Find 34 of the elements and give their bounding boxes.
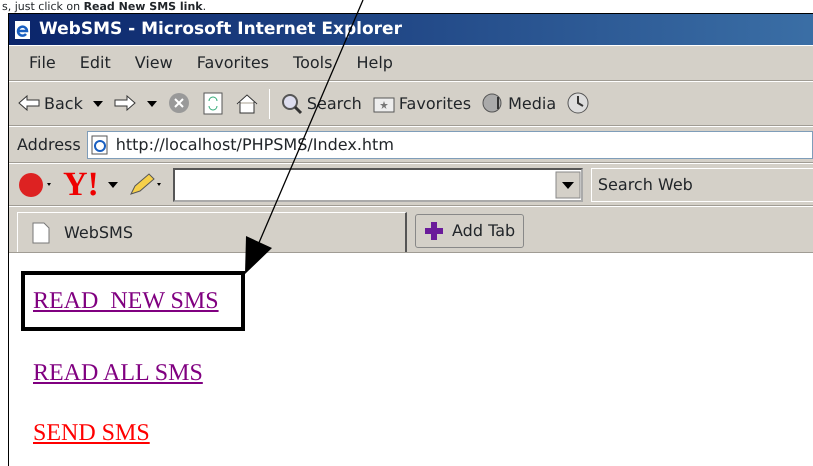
browser-tab[interactable]: WebSMS (17, 212, 407, 252)
stop-button[interactable] (166, 92, 191, 116)
menu-link[interactable]: READ ALL SMS (33, 360, 203, 386)
menu-item[interactable]: File (17, 51, 68, 75)
home-button[interactable] (234, 92, 259, 116)
menu-item[interactable]: Help (344, 51, 405, 75)
caption-text: s, just click on Read New SMS link. (1, 0, 208, 13)
clock-icon (566, 92, 590, 116)
media-button[interactable]: Media (481, 92, 556, 116)
add-tab-button[interactable]: Add Tab (415, 214, 524, 248)
page-icon (32, 222, 50, 244)
browser-icon (13, 20, 33, 40)
plus-icon (424, 221, 444, 241)
menu-item[interactable]: View (122, 51, 185, 75)
refresh-button[interactable] (200, 92, 225, 116)
refresh-icon (200, 92, 225, 116)
menu-item[interactable]: Tools (281, 51, 344, 75)
search-field[interactable] (172, 168, 583, 202)
menu-link[interactable]: READ NEW SMS (33, 288, 219, 314)
menu-link[interactable]: SEND SMS (33, 420, 150, 446)
back-button[interactable]: Back (17, 92, 83, 116)
search-icon (280, 92, 304, 116)
caret-icon[interactable] (92, 100, 103, 108)
search-web-button[interactable]: Search Web (590, 168, 813, 202)
history-button[interactable] (566, 92, 590, 116)
home-icon (234, 92, 259, 116)
menu-item[interactable]: Edit (68, 51, 123, 75)
caret-icon[interactable] (106, 180, 119, 190)
page-icon (90, 134, 110, 154)
menu-item[interactable]: Favorites (184, 51, 282, 75)
favorites-button[interactable]: Favorites (372, 92, 472, 116)
address-label: Address (17, 134, 81, 156)
caret-icon[interactable] (146, 100, 157, 108)
stop-icon (166, 92, 191, 116)
